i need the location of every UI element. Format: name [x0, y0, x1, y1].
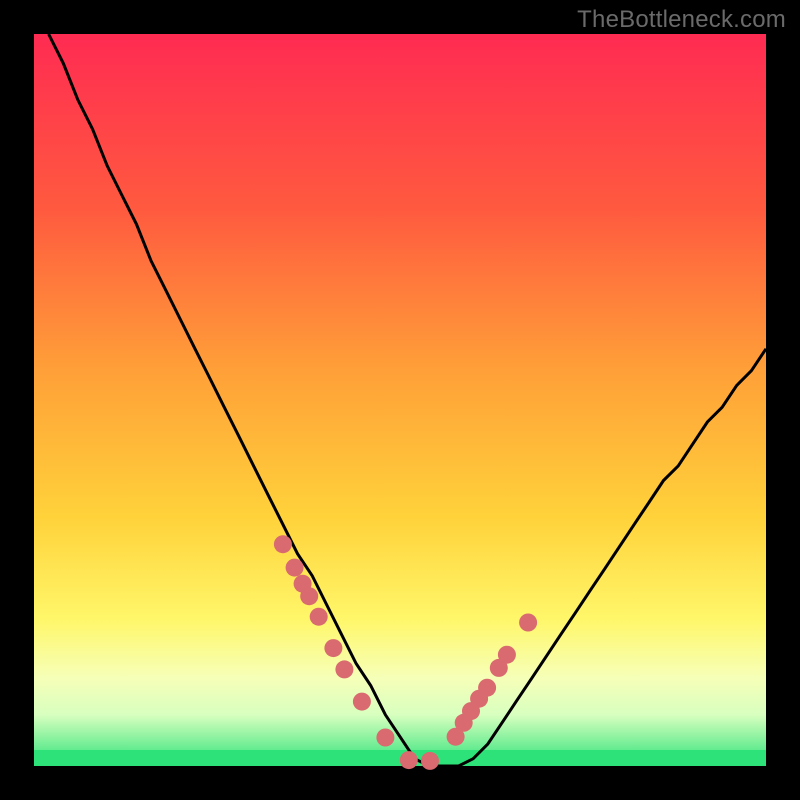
- marker-dot: [353, 693, 371, 711]
- chart-svg: [0, 0, 800, 800]
- marker-dot: [286, 559, 304, 577]
- marker-dot: [376, 729, 394, 747]
- marker-dot: [519, 614, 537, 632]
- marker-dot: [400, 751, 418, 769]
- marker-dot: [324, 639, 342, 657]
- marker-dot: [498, 646, 516, 664]
- marker-dot: [478, 679, 496, 697]
- marker-dot: [310, 608, 328, 626]
- marker-dot: [274, 535, 292, 553]
- plot-background: [34, 34, 766, 766]
- chart-container: TheBottleneck.com: [0, 0, 800, 800]
- watermark-label: TheBottleneck.com: [577, 6, 786, 34]
- marker-dot: [335, 660, 353, 678]
- marker-dot: [300, 587, 318, 605]
- marker-dot: [421, 752, 439, 770]
- green-strip: [34, 750, 766, 766]
